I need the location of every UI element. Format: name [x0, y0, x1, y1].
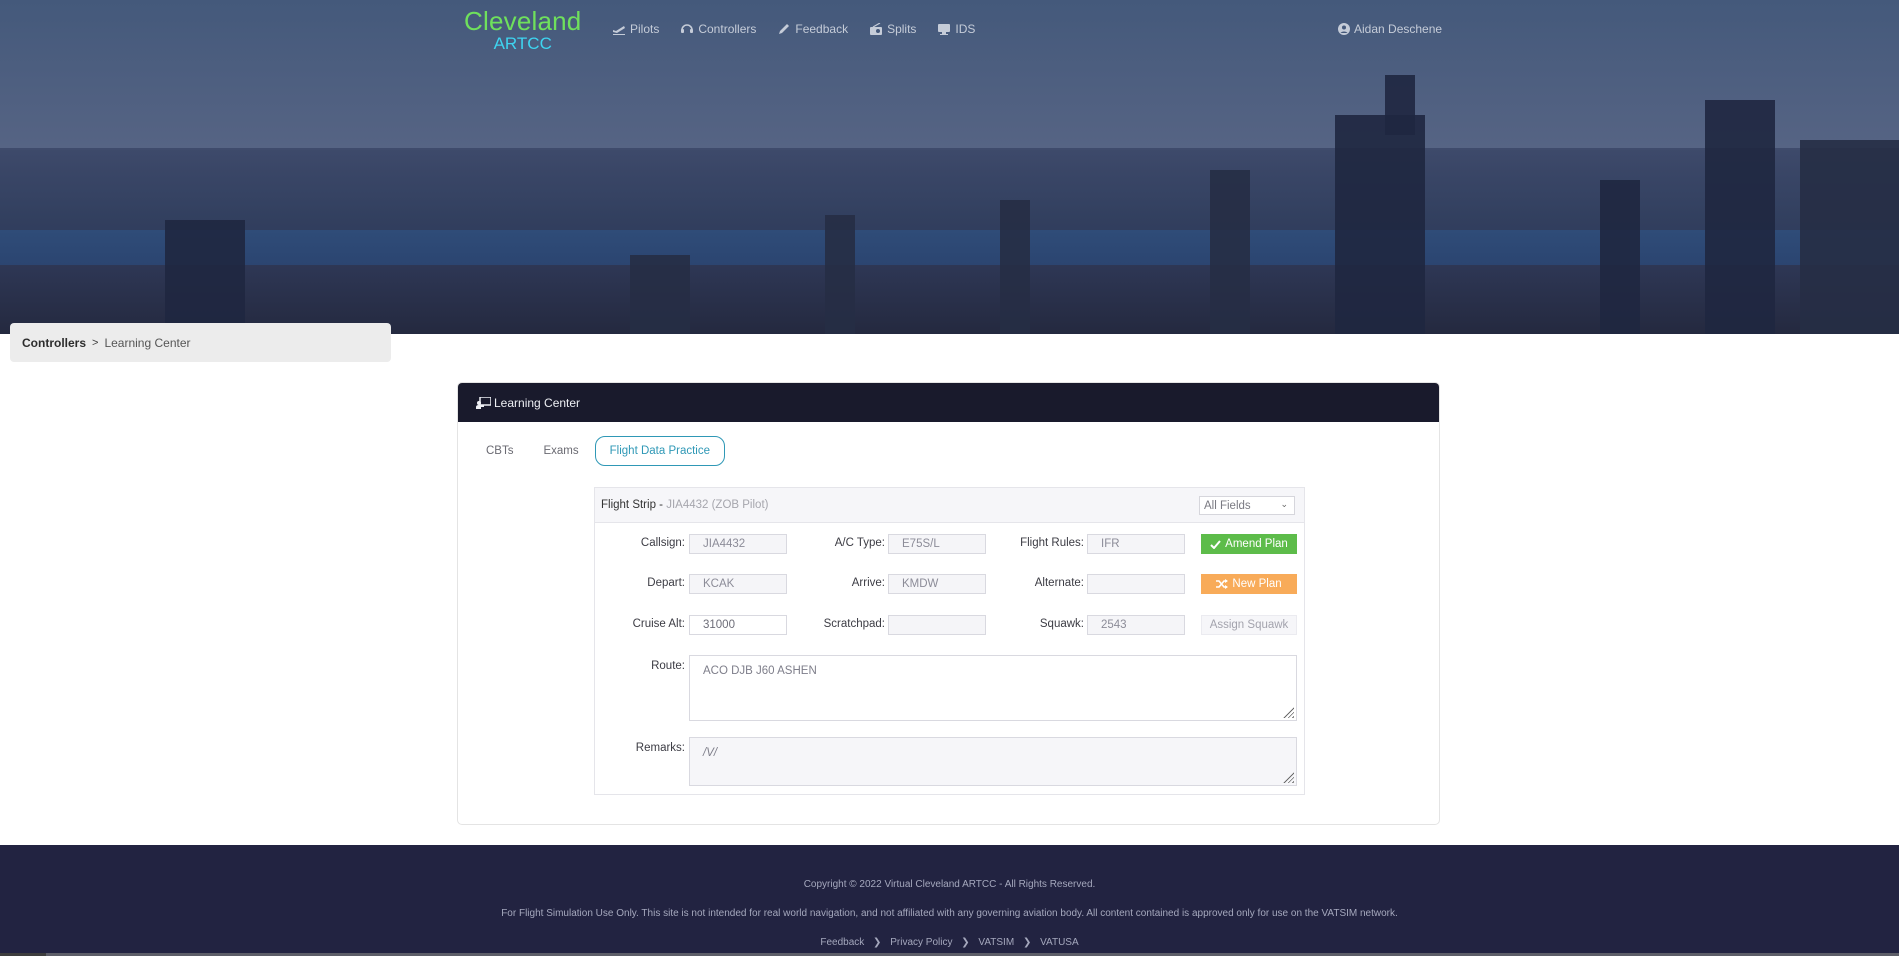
hero-building: [1000, 200, 1030, 334]
user-menu[interactable]: Aidan Deschene: [1338, 22, 1442, 36]
footer: Copyright © 2022 Virtual Cleveland ARTCC…: [0, 845, 1899, 956]
squawk-label: Squawk:: [1039, 618, 1084, 630]
hero-building: [1385, 75, 1415, 135]
route-value: ACO DJB J60 ASHEN: [703, 665, 817, 677]
route-textarea[interactable]: ACO DJB J60 ASHEN: [689, 655, 1297, 721]
radio-icon: [870, 23, 883, 35]
flight-strip-header: Flight Strip - JIA4432 (ZOB Pilot) All F…: [595, 488, 1304, 523]
resize-grip-icon[interactable]: [1283, 707, 1294, 718]
hero-building: [165, 220, 245, 334]
pencil-icon: [779, 24, 790, 34]
nav-splits-label: Splits: [887, 22, 917, 36]
check-icon: [1210, 539, 1221, 549]
tab-cbts[interactable]: CBTs: [472, 437, 529, 465]
hero-building: [1210, 170, 1250, 334]
nav-splits[interactable]: Splits: [869, 22, 916, 36]
new-plan-button[interactable]: New Plan: [1201, 574, 1297, 594]
strip-row: Depart: KCAK Arrive: KMDW Alternate: New…: [595, 574, 1304, 596]
depart-label: Depart:: [647, 577, 685, 589]
hero-building: [1800, 140, 1899, 334]
hero-building: [1705, 100, 1775, 334]
shuffle-icon: [1216, 579, 1229, 589]
nav-pilots-label: Pilots: [630, 22, 660, 36]
chevron-right-icon: ❯: [1022, 937, 1032, 948]
cruise-alt-label: Cruise Alt:: [632, 618, 685, 630]
hero-building: [630, 255, 690, 334]
footer-disclaimer: For Flight Simulation Use Only. This sit…: [501, 908, 1398, 919]
remarks-label: Remarks:: [635, 742, 685, 754]
card-header: Learning Center: [458, 383, 1439, 422]
hero-building: [1600, 180, 1640, 334]
amend-plan-label: Amend Plan: [1225, 538, 1288, 550]
actype-label: A/C Type:: [834, 537, 885, 549]
footer-link-vatsim[interactable]: VATSIM: [978, 937, 1014, 948]
scratchpad-field[interactable]: [888, 615, 986, 635]
headset-icon: [681, 24, 694, 33]
remarks-textarea[interactable]: /V/: [689, 737, 1297, 786]
brand-logo[interactable]: Cleveland ARTCC: [464, 8, 581, 52]
footer-copyright: Copyright © 2022 Virtual Cleveland ARTCC…: [803, 879, 1096, 890]
remarks-value: /V/: [703, 747, 718, 759]
desktop-icon: [938, 24, 951, 35]
route-label: Route:: [651, 660, 685, 672]
fields-filter-select[interactable]: All Fields ⌄: [1199, 496, 1295, 515]
nav-controllers-label: Controllers: [698, 22, 757, 36]
strip-row: Callsign: JIA4432 A/C Type: E75S/L Fligh…: [595, 534, 1304, 556]
flight-strip-title: Flight Strip -: [601, 499, 663, 511]
nav-feedback-label: Feedback: [795, 22, 849, 36]
chevron-down-icon: ⌄: [1280, 499, 1288, 509]
flight-rules-field[interactable]: IFR: [1087, 534, 1185, 554]
callsign-field[interactable]: JIA4432: [689, 534, 787, 554]
resize-grip-icon[interactable]: [1283, 772, 1294, 783]
chevron-right-icon: ❯: [873, 937, 882, 948]
plane-departure-icon: [613, 26, 625, 35]
footer-link-vatusa[interactable]: VATUSA: [1040, 937, 1079, 948]
strip-row: Cruise Alt: 31000 Scratchpad: Squawk: 25…: [595, 615, 1304, 637]
breadcrumb: Controllers > Learning Center: [10, 323, 391, 362]
depart-field[interactable]: KCAK: [689, 574, 787, 594]
breadcrumb-current: Learning Center: [104, 335, 191, 350]
scratchpad-label: Scratchpad:: [823, 618, 885, 630]
cruise-alt-field[interactable]: 31000: [689, 615, 787, 635]
assign-squawk-button[interactable]: Assign Squawk: [1201, 615, 1297, 635]
nav-controllers[interactable]: Controllers: [680, 22, 756, 36]
brand-line2: ARTCC: [493, 34, 552, 53]
chalkboard-teacher-icon: [476, 396, 491, 409]
fields-filter-value: All Fields: [1204, 499, 1251, 512]
amend-plan-button[interactable]: Amend Plan: [1201, 534, 1297, 554]
alternate-label: Alternate:: [1034, 577, 1084, 589]
learning-center-card: Learning Center CBTs Exams Flight Data P…: [457, 382, 1440, 825]
navbar: Cleveland ARTCC Pilots Controllers Feedb…: [0, 0, 1899, 60]
callsign-label: Callsign:: [640, 537, 685, 549]
tabs: CBTs Exams Flight Data Practice: [472, 436, 725, 466]
footer-link-privacy[interactable]: Privacy Policy: [890, 937, 952, 948]
actype-field[interactable]: E75S/L: [888, 534, 986, 554]
nav-links: Pilots Controllers Feedback Splits IDS: [612, 22, 996, 36]
flight-strip-subtitle: JIA4432 (ZOB Pilot): [666, 499, 769, 511]
tab-exams[interactable]: Exams: [529, 437, 594, 465]
chevron-right-icon: >: [92, 336, 99, 349]
nav-feedback[interactable]: Feedback: [777, 22, 848, 36]
new-plan-label: New Plan: [1232, 578, 1282, 590]
chevron-right-icon: ❯: [961, 937, 970, 948]
nav-ids[interactable]: IDS: [937, 22, 975, 36]
alternate-field[interactable]: [1087, 574, 1185, 594]
card-title: Learning Center: [494, 395, 581, 410]
user-name: Aidan Deschene: [1354, 22, 1443, 36]
tab-flight-data-practice[interactable]: Flight Data Practice: [594, 436, 725, 466]
nav-ids-label: IDS: [955, 22, 976, 36]
flight-rules-label: Flight Rules:: [1020, 537, 1084, 549]
footer-links: Feedback ❯ Privacy Policy ❯ VATSIM ❯ VAT…: [0, 937, 1899, 948]
squawk-field[interactable]: 2543: [1087, 615, 1185, 635]
flight-strip-panel: Flight Strip - JIA4432 (ZOB Pilot) All F…: [594, 487, 1305, 795]
nav-pilots[interactable]: Pilots: [612, 22, 659, 36]
hero-building: [1335, 115, 1425, 334]
footer-link-feedback[interactable]: Feedback: [820, 937, 864, 948]
arrive-label: Arrive:: [851, 577, 885, 589]
breadcrumb-parent[interactable]: Controllers: [22, 336, 86, 350]
brand-line1: Cleveland: [464, 6, 582, 36]
arrive-field[interactable]: KMDW: [888, 574, 986, 594]
hero-building: [825, 215, 855, 334]
user-circle-icon: [1338, 23, 1350, 35]
